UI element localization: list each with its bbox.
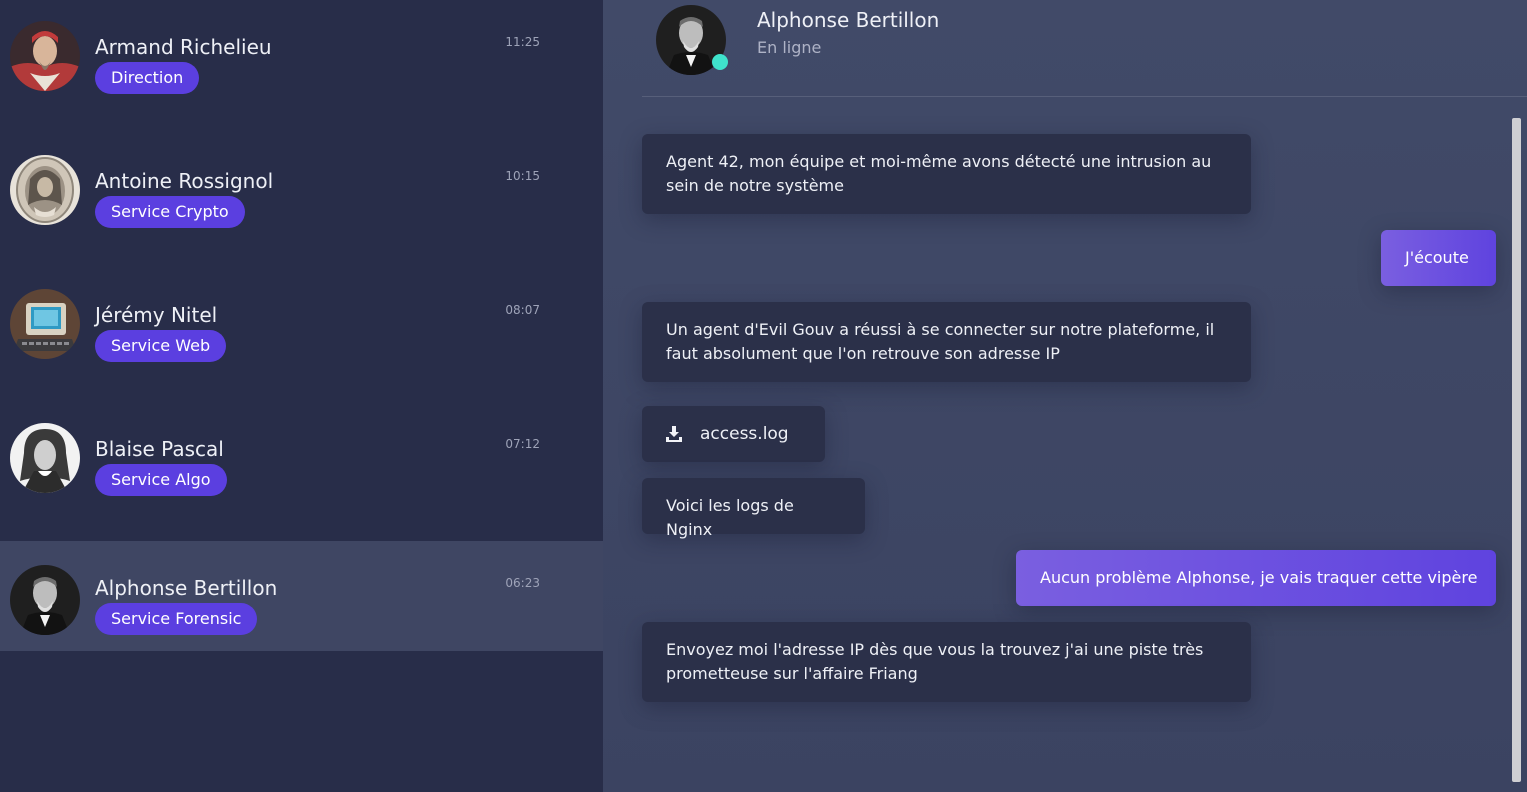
contact-item-rossignol[interactable]: Antoine Rossignol Service Crypto 10:15 bbox=[0, 134, 603, 244]
department-badge: Service Web bbox=[95, 330, 227, 362]
chat-panel: Alphonse Bertillon En ligne Agent 42, mo… bbox=[603, 0, 1527, 792]
message-list: Agent 42, mon équipe et moi-même avons d… bbox=[642, 97, 1516, 792]
chat-contact-name: Alphonse Bertillon bbox=[757, 8, 940, 32]
file-name: access.log bbox=[700, 424, 789, 444]
contact-item-pascal[interactable]: Blaise Pascal Service Algo 07:12 bbox=[0, 402, 603, 512]
online-status-dot bbox=[712, 54, 728, 70]
message-text: Aucun problème Alphonse, je vais traquer… bbox=[1040, 568, 1478, 587]
last-message-time: 10:15 bbox=[505, 169, 540, 183]
contact-name: Armand Richelieu bbox=[95, 35, 272, 59]
contact-item-bertillon[interactable]: Alphonse Bertillon Service Forensic 06:2… bbox=[0, 541, 603, 651]
contact-list: Armand Richelieu Direction 11:25 Antoine… bbox=[0, 0, 603, 792]
last-message-time: 07:12 bbox=[505, 437, 540, 451]
contact-item-nitel[interactable]: Jérémy Nitel Service Web 08:07 bbox=[0, 268, 603, 378]
last-message-time: 08:07 bbox=[505, 303, 540, 317]
contact-name: Jérémy Nitel bbox=[95, 303, 218, 327]
message-incoming: Un agent d'Evil Gouv a réussi à se conne… bbox=[642, 302, 1251, 382]
messenger-app: Armand Richelieu Direction 11:25 Antoine… bbox=[0, 0, 1527, 792]
avatar bbox=[10, 21, 80, 91]
department-badge: Direction bbox=[95, 62, 200, 94]
department-badge: Service Algo bbox=[95, 464, 227, 496]
message-text: Voici les logs de Nginx bbox=[666, 496, 794, 539]
message-scrollbar[interactable] bbox=[1512, 118, 1521, 782]
avatar bbox=[10, 155, 80, 225]
contact-item-richelieu[interactable]: Armand Richelieu Direction 11:25 bbox=[0, 0, 603, 110]
chat-contact-status: En ligne bbox=[757, 38, 822, 57]
department-badge: Service Crypto bbox=[95, 196, 245, 228]
message-text: Envoyez moi l'adresse IP dès que vous la… bbox=[666, 640, 1204, 683]
department-badge: Service Forensic bbox=[95, 603, 258, 635]
file-attachment[interactable]: access.log bbox=[642, 406, 825, 462]
contact-name: Blaise Pascal bbox=[95, 437, 224, 461]
last-message-time: 11:25 bbox=[505, 35, 540, 49]
contact-name: Antoine Rossignol bbox=[95, 169, 274, 193]
avatar bbox=[10, 423, 80, 493]
message-outgoing: Aucun problème Alphonse, je vais traquer… bbox=[1016, 550, 1496, 606]
message-text: Un agent d'Evil Gouv a réussi à se conne… bbox=[666, 320, 1215, 363]
message-text: J'écoute bbox=[1405, 248, 1469, 267]
message-text: Agent 42, mon équipe et moi-même avons d… bbox=[666, 152, 1212, 195]
last-message-time: 06:23 bbox=[505, 576, 540, 590]
message-incoming: Voici les logs de Nginx bbox=[642, 478, 865, 539]
message-incoming: Agent 42, mon équipe et moi-même avons d… bbox=[642, 134, 1251, 214]
contact-name: Alphonse Bertillon bbox=[95, 576, 278, 600]
download-icon bbox=[666, 426, 682, 442]
chat-header: Alphonse Bertillon En ligne bbox=[642, 0, 1527, 97]
avatar bbox=[10, 289, 80, 359]
message-outgoing: J'écoute bbox=[1381, 230, 1496, 286]
avatar bbox=[10, 565, 80, 635]
message-incoming: Envoyez moi l'adresse IP dès que vous la… bbox=[642, 622, 1251, 702]
